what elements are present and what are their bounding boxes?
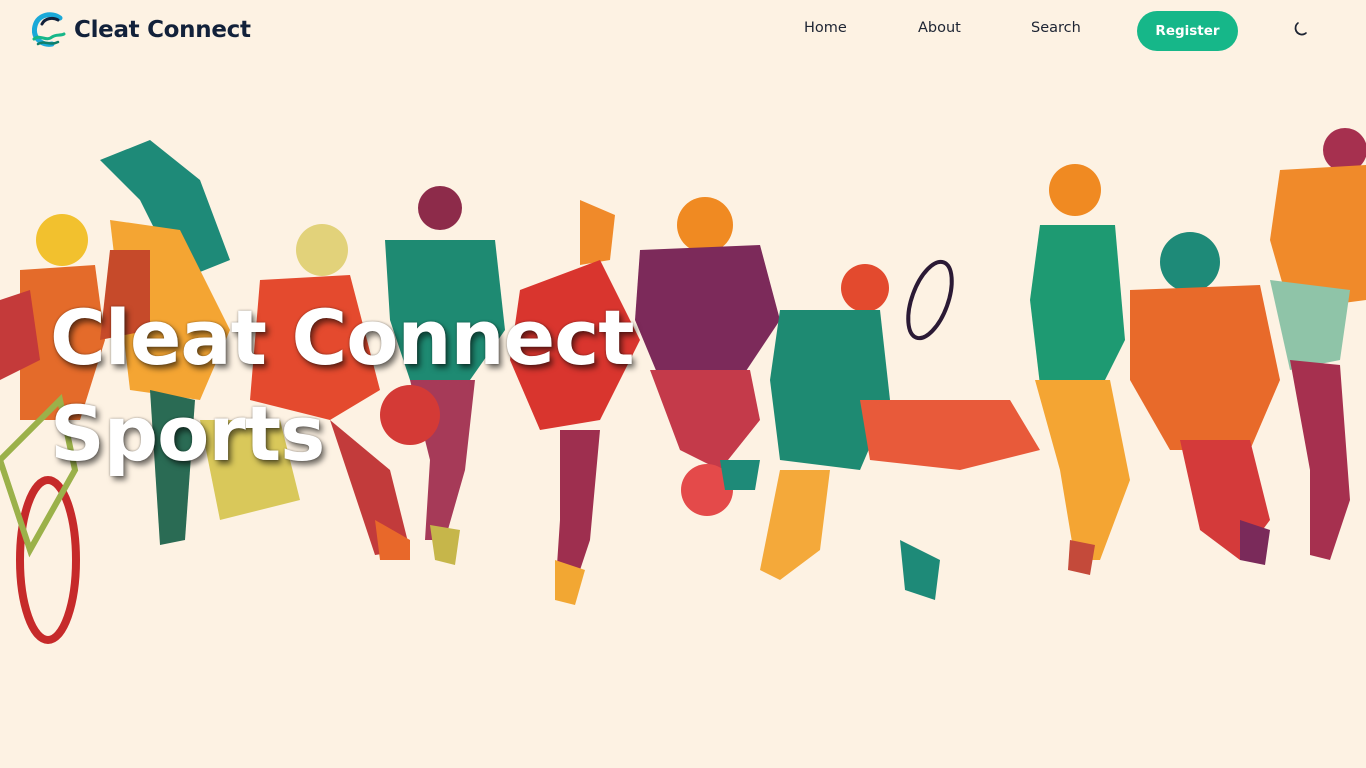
hero-title: Cleat Connect Sports <box>50 290 635 482</box>
brand[interactable]: Cleat Connect <box>32 12 251 48</box>
hero-title-line1: Cleat Connect <box>50 293 635 382</box>
register-button[interactable]: Register <box>1137 11 1238 51</box>
nav-about-link[interactable]: About <box>918 20 961 36</box>
wave-c-logo-icon <box>32 12 66 47</box>
hero-title-line2: Sports <box>50 389 325 478</box>
right-runner-figure <box>1270 128 1366 560</box>
moon-icon[interactable] <box>1290 20 1310 40</box>
nav-search-link[interactable]: Search <box>1031 20 1081 36</box>
navbar: Cleat Connect Home About Search Register <box>0 0 1366 62</box>
nav-home-link[interactable]: Home <box>804 20 847 36</box>
female-runner-figure <box>1030 164 1130 575</box>
soccer-figure <box>635 197 780 516</box>
brand-name: Cleat Connect <box>74 17 251 43</box>
tennis-figure <box>760 259 1040 600</box>
rugby-figure <box>1130 232 1280 565</box>
